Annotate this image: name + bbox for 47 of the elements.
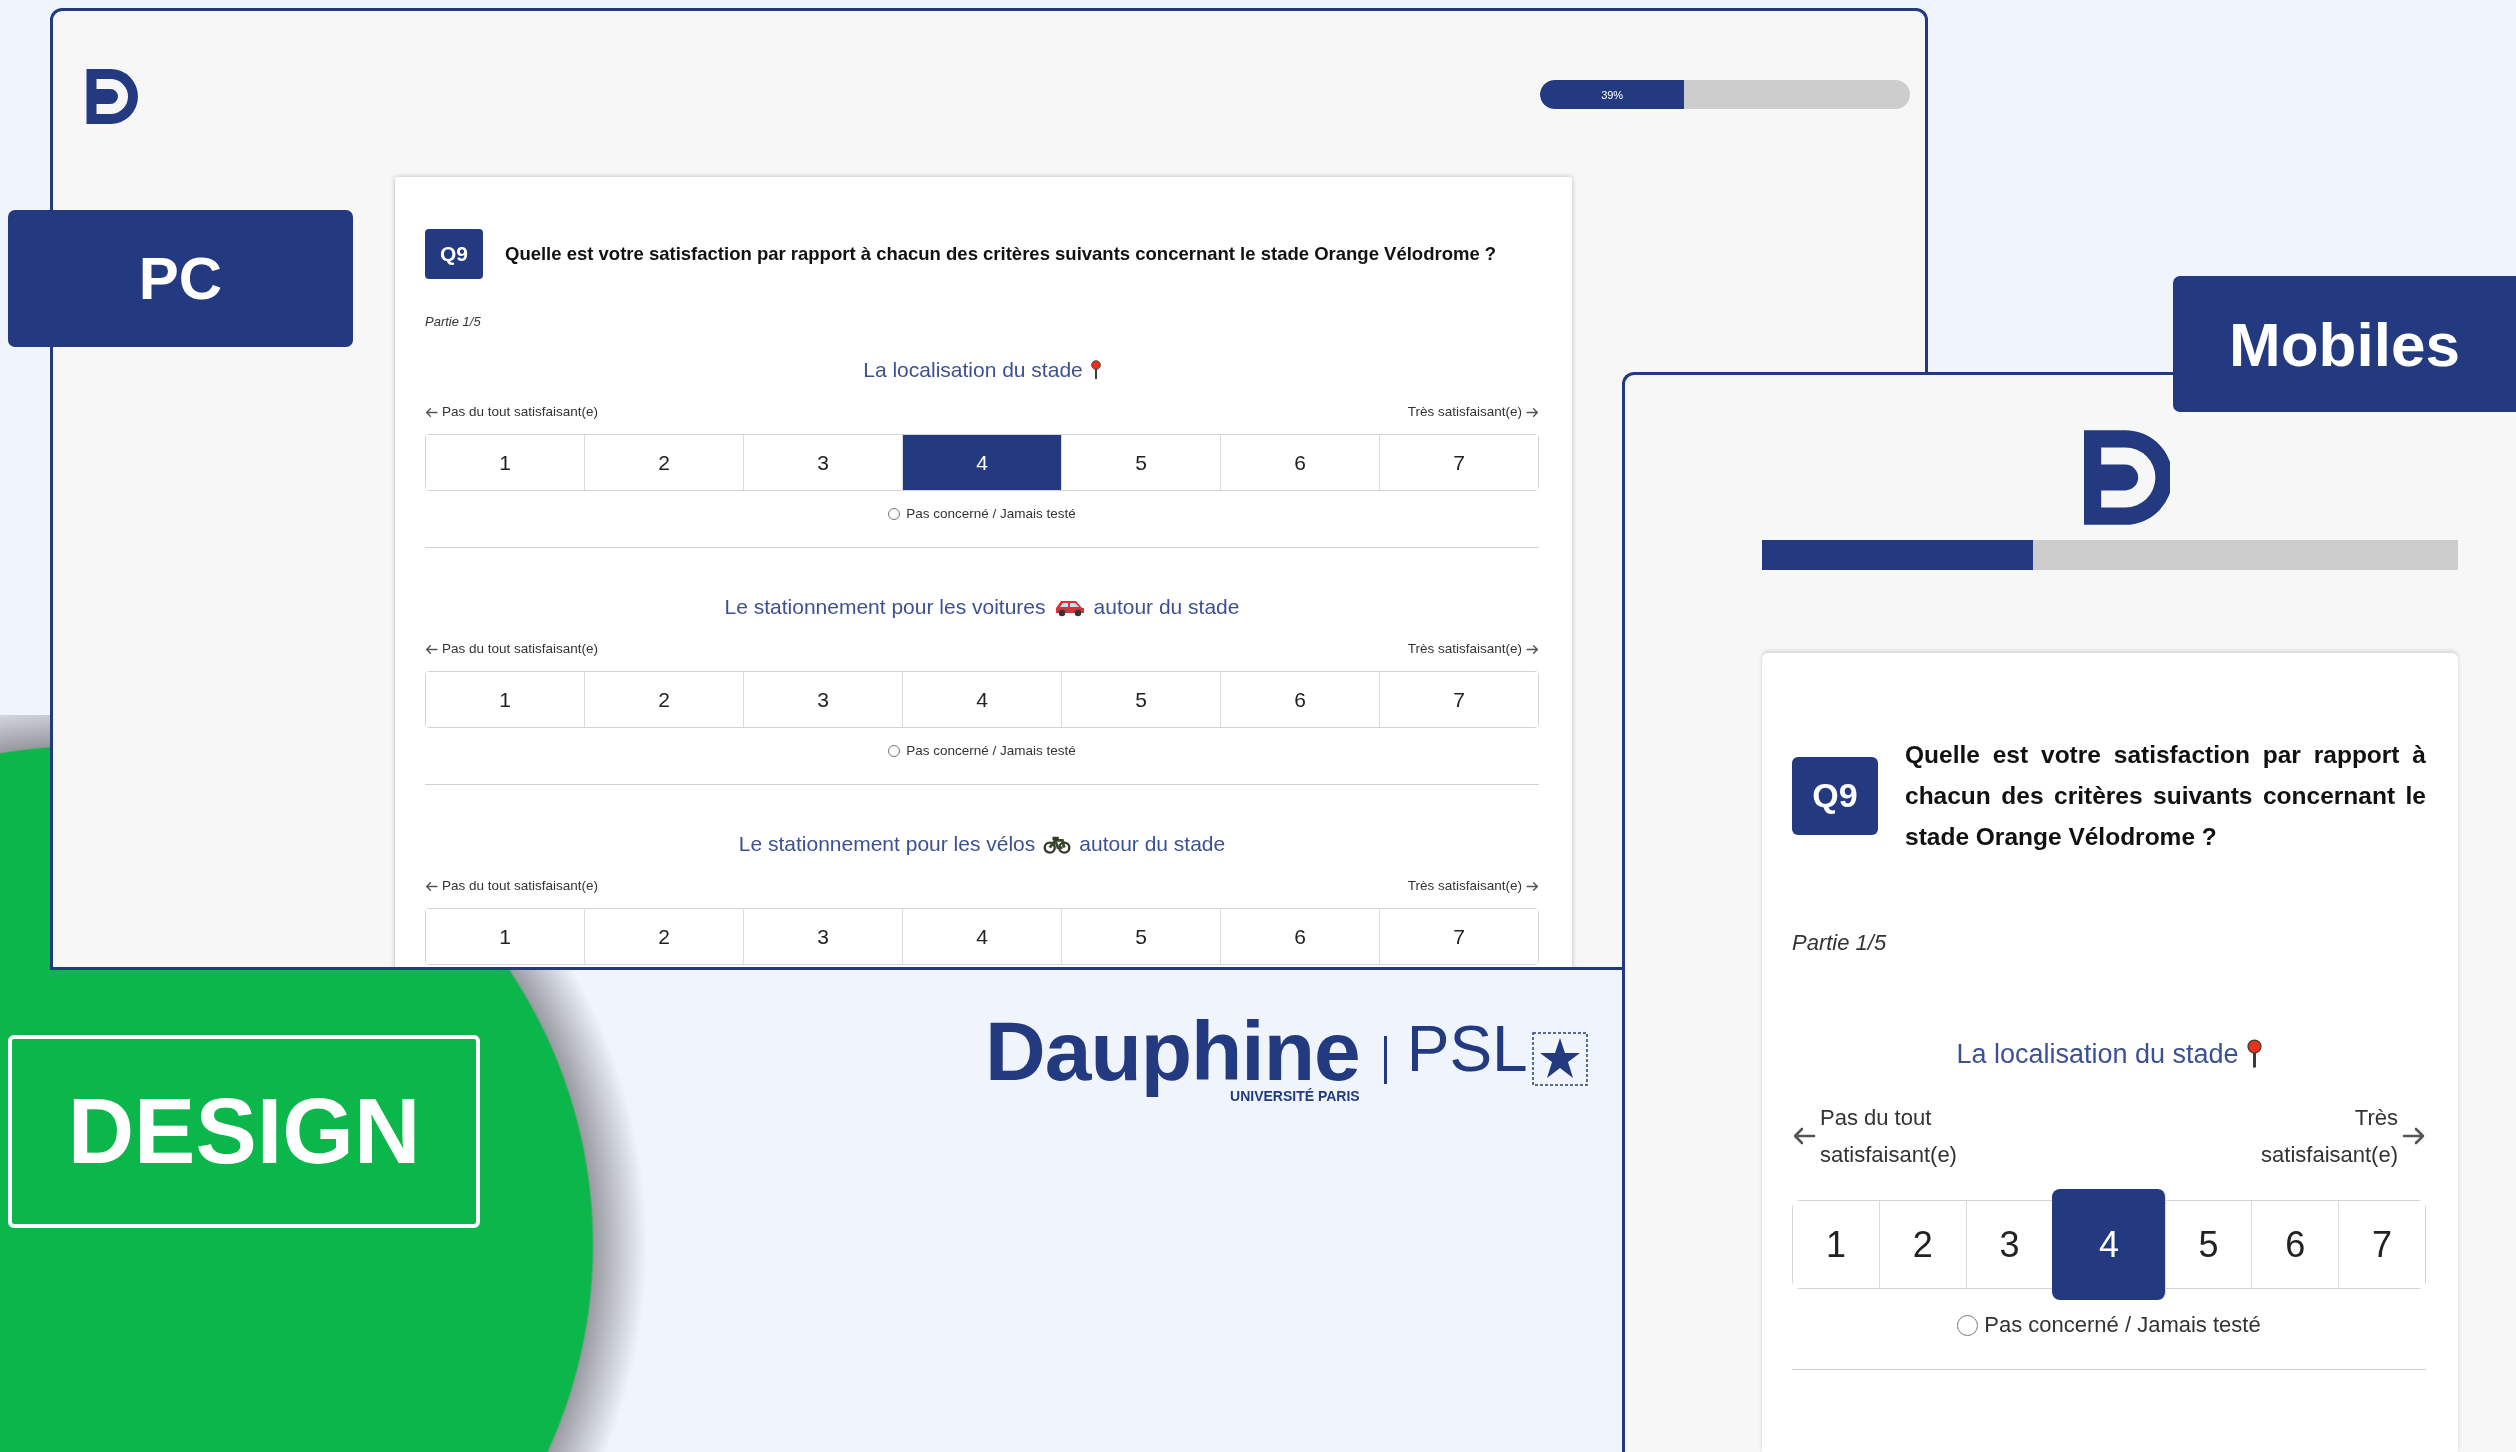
scale-max-label: Très satisfaisant(e) bbox=[1407, 403, 1522, 421]
radio-label: Pas concerné / Jamais testé bbox=[1984, 1311, 2261, 1339]
partner-name: PSL bbox=[1406, 1012, 1528, 1087]
criterion-title: autour du stade bbox=[1093, 594, 1240, 620]
pc-tag: PC bbox=[138, 244, 223, 313]
radio-button[interactable] bbox=[1957, 1314, 1979, 1336]
scale-min-label: Pas du tout satisfaisant(e) bbox=[442, 403, 599, 421]
arrow-left-icon bbox=[425, 879, 438, 893]
criterion-title: La localisation du stade bbox=[863, 357, 1083, 383]
scale-min-label: Pas du tout satisfaisant(e) bbox=[1820, 1104, 1958, 1169]
arrow-left-icon bbox=[425, 642, 438, 656]
arrow-right-icon bbox=[1526, 642, 1539, 656]
radio-button[interactable] bbox=[888, 745, 901, 757]
rating-option[interactable]: 1 bbox=[426, 435, 585, 490]
rating-option[interactable]: 4 bbox=[903, 435, 1062, 490]
part-label: Partie 1/5 bbox=[1792, 929, 1888, 957]
radio-label: Pas concerné / Jamais testé bbox=[906, 505, 1076, 523]
d-logo-icon bbox=[2084, 430, 2170, 525]
part-label: Partie 1/5 bbox=[425, 313, 482, 331]
scale-min-label: Pas du tout satisfaisant(e) bbox=[442, 640, 599, 658]
scale-max-label: Très satisfaisant(e) bbox=[2260, 1104, 2398, 1169]
progress-percent: 39% bbox=[1601, 88, 1624, 101]
question-text: Quelle est votre satisfaction par rapport à chacun des critères suivants concernant le stade Orange Vélodrome ? bbox=[1905, 740, 2426, 852]
scale-max-label: Très satisfaisant(e) bbox=[1407, 640, 1522, 658]
motorbike-icon bbox=[1043, 834, 1072, 854]
question-number-badge: Q9 bbox=[1792, 756, 1878, 835]
rating-option[interactable]: 1 bbox=[426, 909, 585, 964]
question-number-badge: Q9 bbox=[425, 229, 483, 279]
scale-max-label: Très satisfaisant(e) bbox=[1407, 877, 1522, 895]
criterion-title: autour du stade bbox=[1079, 831, 1226, 857]
rating-option[interactable]: 1 bbox=[1793, 1201, 1880, 1288]
scale-min-label: Pas du tout satisfaisant(e) bbox=[442, 877, 599, 895]
arrow-right-icon bbox=[1526, 405, 1539, 419]
pin-icon bbox=[2246, 1039, 2262, 1069]
d-logo-icon bbox=[85, 69, 138, 124]
rating-option[interactable]: 4 bbox=[2052, 1189, 2167, 1300]
arrow-left-icon bbox=[425, 405, 438, 419]
criterion-title: La localisation du stade bbox=[1956, 1039, 2239, 1069]
arrow-right-icon bbox=[1526, 879, 1539, 893]
question-text: Quelle est votre satisfaction par rapport à chacun des critères suivants concernant le stade Orange Vélodrome ? bbox=[505, 243, 1497, 265]
radio-button[interactable] bbox=[888, 508, 901, 520]
pin-icon bbox=[1090, 360, 1101, 380]
radio-label: Pas concerné / Jamais testé bbox=[906, 742, 1076, 760]
criterion-title: Le stationnement pour les vélos bbox=[738, 831, 1036, 857]
criterion-title: Le stationnement pour les voitures bbox=[724, 594, 1046, 620]
design-label: DESIGN bbox=[8, 1035, 480, 1228]
rating-option[interactable]: 1 bbox=[426, 672, 585, 727]
